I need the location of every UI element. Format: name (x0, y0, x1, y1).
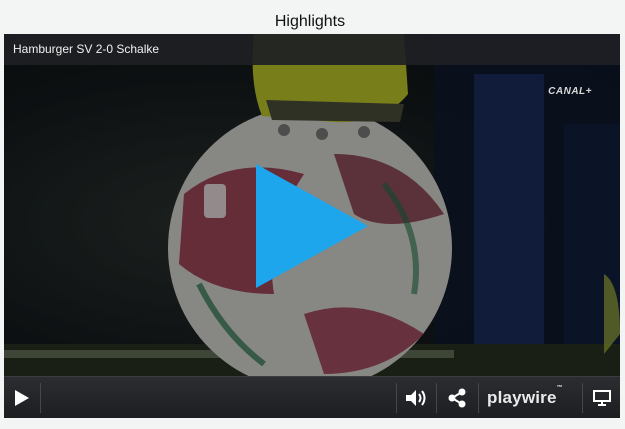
big-play-button[interactable] (242, 160, 372, 290)
channel-logo: CANAL+ (548, 86, 592, 97)
video-frame[interactable]: Hamburger SV 2-0 Schalke CANAL+ (4, 34, 620, 376)
video-player[interactable]: Hamburger SV 2-0 Schalke CANAL+ playwire… (4, 34, 620, 418)
fullscreen-button[interactable] (583, 377, 620, 418)
brand-name: playwire (487, 388, 557, 407)
share-button[interactable] (437, 377, 477, 418)
page-heading: Highlights (274, 13, 346, 30)
video-title-bar: Hamburger SV 2-0 Schalke (4, 34, 620, 65)
brand-mark: ™ (556, 385, 563, 391)
control-bar: playwire™ (4, 376, 620, 418)
video-title: Hamburger SV 2-0 Schalke (13, 42, 160, 56)
volume-button[interactable] (397, 377, 435, 418)
play-icon (15, 390, 29, 406)
play-icon (256, 164, 368, 288)
screen-icon (592, 390, 611, 406)
volume-icon (406, 390, 426, 406)
divider (478, 383, 479, 413)
share-icon (448, 388, 466, 408)
playwire-logo[interactable]: playwire™ (487, 377, 563, 418)
divider (40, 383, 41, 413)
play-button[interactable] (4, 377, 40, 418)
